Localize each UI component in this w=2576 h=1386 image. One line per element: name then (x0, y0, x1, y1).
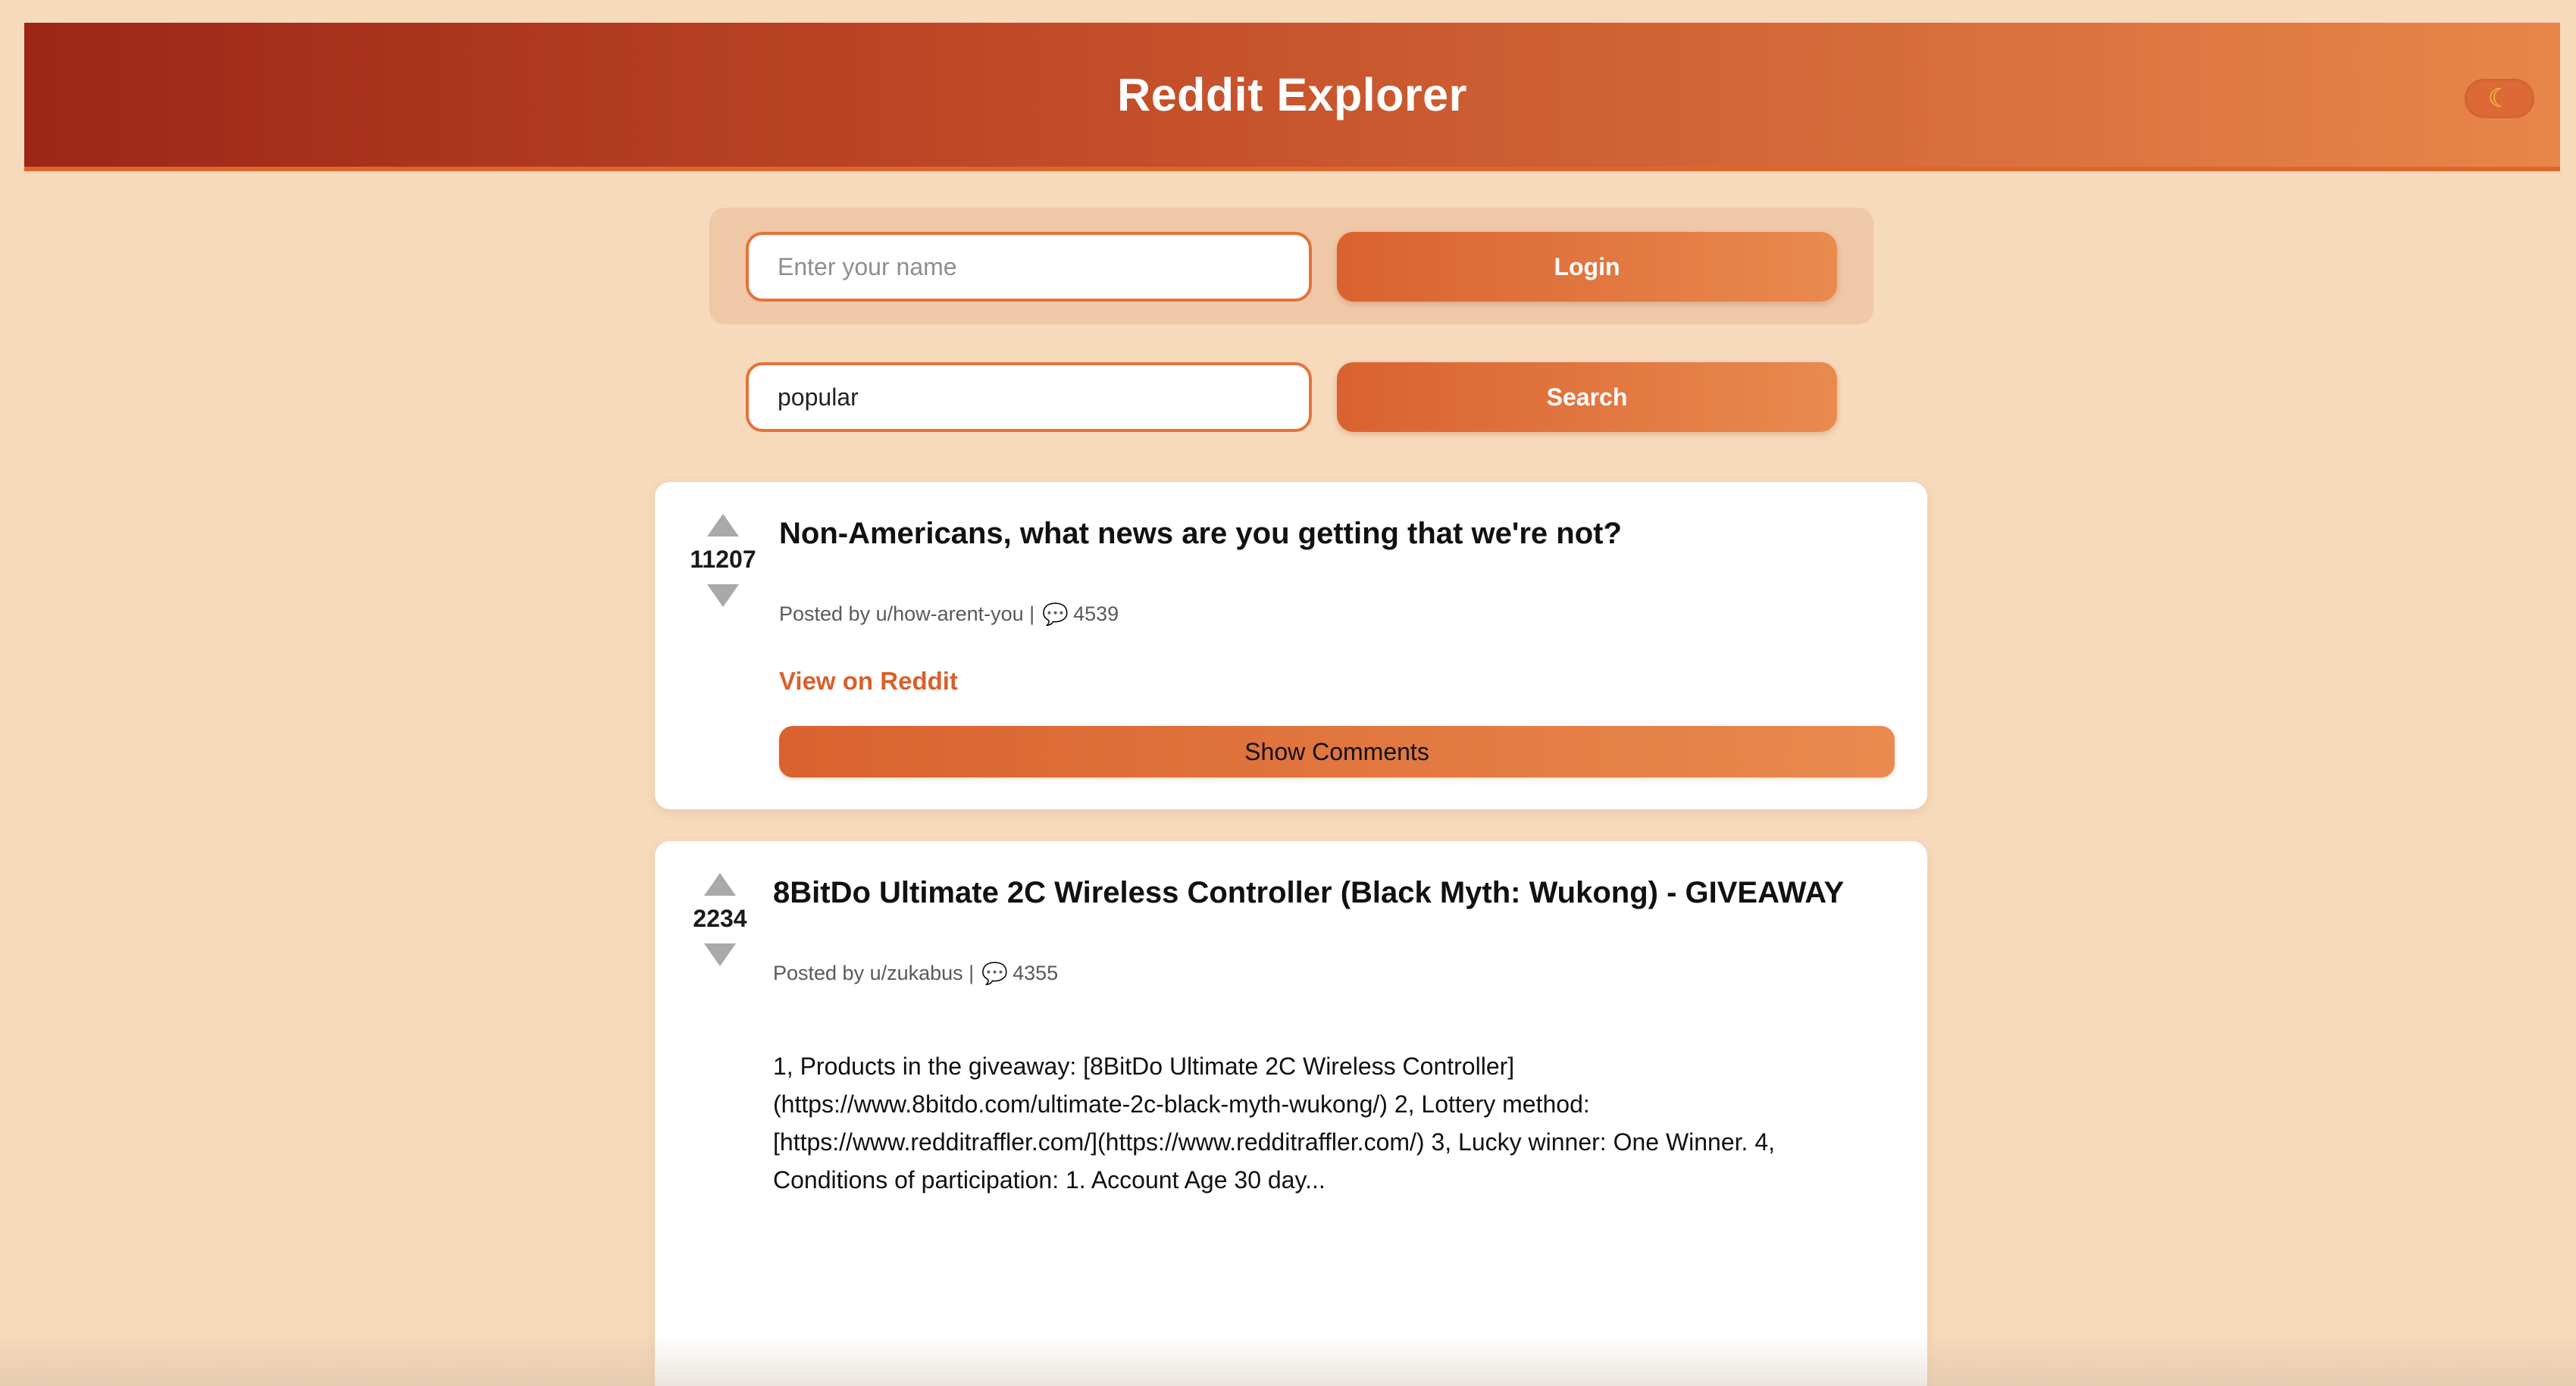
post-title: Non-Americans, what news are you getting… (779, 517, 1622, 550)
post-author: Posted by u/zukabus | (773, 962, 975, 984)
post-body-line: 1, Products in the giveaway: [8BitDo Ult… (773, 1053, 1515, 1080)
vote-column: 11207 (678, 514, 768, 607)
comment-count: 4355 (1013, 962, 1059, 984)
comment-count: 4539 (1073, 602, 1119, 625)
search-button[interactable]: Search (1337, 362, 1837, 432)
theme-toggle[interactable]: ☾ (2465, 79, 2534, 118)
downvote-icon[interactable] (704, 943, 736, 966)
login-panel: Login (709, 208, 1873, 324)
vote-column: 2234 (675, 873, 765, 966)
post-title: 8BitDo Ultimate 2C Wireless Controller (… (773, 876, 1845, 909)
post-meta: Posted by u/how-arent-you | 💬 4539 (779, 602, 1119, 627)
upvote-icon[interactable] (707, 514, 739, 537)
post-score: 2234 (693, 905, 747, 932)
post-card: 2234 8BitDo Ultimate 2C Wireless Control… (655, 841, 1927, 1386)
subreddit-search-input[interactable] (746, 362, 1312, 432)
upvote-icon[interactable] (704, 873, 736, 896)
name-input[interactable] (746, 232, 1312, 302)
post-body: 1, Products in the giveaway: [8BitDo Ult… (773, 1047, 1775, 1199)
moon-icon: ☾ (2487, 84, 2512, 113)
post-meta: Posted by u/zukabus | 💬 4355 (773, 961, 1058, 986)
post-body-line: (https://www.8bitdo.com/ultimate-2c-blac… (773, 1090, 1590, 1118)
app-title: Reddit Explorer (1117, 69, 1467, 120)
app-header: Reddit Explorer ☾ (24, 23, 2560, 171)
comment-icon: 💬 (1042, 602, 1069, 626)
show-comments-button[interactable]: Show Comments (779, 726, 1895, 777)
downvote-icon[interactable] (707, 584, 739, 607)
post-score: 11207 (690, 546, 756, 573)
login-button[interactable]: Login (1337, 232, 1837, 302)
post-card: 11207 Non-Americans, what news are you g… (655, 482, 1927, 809)
post-author: Posted by u/how-arent-you | (779, 602, 1035, 625)
comment-icon: 💬 (981, 962, 1009, 985)
view-on-reddit-link[interactable]: View on Reddit (779, 667, 958, 696)
post-body-line: Conditions of participation: 1. Account … (773, 1166, 1326, 1194)
app-root: Reddit Explorer ☾ Login Search 11207 Non… (0, 0, 2576, 1386)
post-body-line: [https://www.redditraffler.com/](https:/… (773, 1128, 1775, 1156)
